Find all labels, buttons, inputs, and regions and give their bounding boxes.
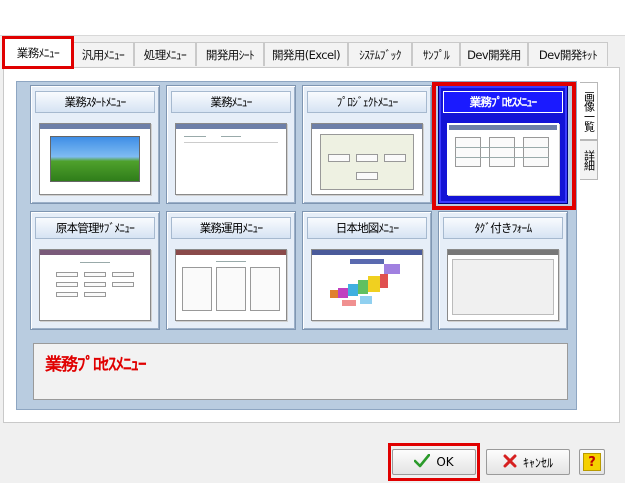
ok-button-label: OK bbox=[436, 455, 454, 469]
tile-label: 日本地図ﾒﾆｭｰ bbox=[307, 217, 427, 239]
help-button[interactable]: ? bbox=[579, 449, 605, 475]
tab-hanyo-menu[interactable]: 汎用ﾒﾆｭｰ bbox=[72, 42, 134, 66]
thumbnail-gyomu-menu bbox=[175, 123, 287, 195]
tab-gyomu-menu[interactable]: 業務ﾒﾆｭｰ bbox=[2, 36, 74, 69]
tile-label: 業務運用ﾒﾆｭｰ bbox=[171, 217, 291, 239]
menu-tile-gyomu[interactable]: 業務ﾒﾆｭｰ bbox=[166, 85, 296, 204]
checkmark-icon bbox=[414, 453, 431, 471]
tab-system-book[interactable]: ｼｽﾃﾑﾌﾞｯｸ bbox=[348, 42, 412, 66]
description-text: 業務ﾌﾟﾛｾｽﾒﾆｭｰ bbox=[45, 355, 146, 375]
side-tab-details[interactable]: 詳細 bbox=[580, 140, 598, 180]
thumbnail-tag-form bbox=[447, 249, 559, 321]
description-box: 業務ﾌﾟﾛｾｽﾒﾆｭｰ bbox=[33, 343, 568, 400]
tile-label: 業務ﾒﾆｭｰ bbox=[171, 91, 291, 113]
tab-dev-kit[interactable]: Dev開発ｷｯﾄ bbox=[528, 42, 608, 66]
tile-label: ﾌﾟﾛｼﾞｪｸﾄﾒﾆｭｰ bbox=[307, 91, 427, 113]
menu-tile-gyomu-process[interactable]: 業務ﾌﾟﾛｾｽﾒﾆｭｰ bbox=[438, 85, 568, 204]
menu-tile-project[interactable]: ﾌﾟﾛｼﾞｪｸﾄﾒﾆｭｰ bbox=[302, 85, 432, 204]
ok-button[interactable]: OK bbox=[392, 449, 476, 475]
thumbnail-japan-map bbox=[311, 249, 423, 321]
tile-label: 原本管理ｻﾌﾞﾒﾆｭｰ bbox=[35, 217, 155, 239]
tab-sample[interactable]: ｻﾝﾌﾟﾙ bbox=[412, 42, 460, 66]
menu-tile-tag-form[interactable]: ﾀｸﾞ付きﾌｫｰﾑ bbox=[438, 211, 568, 330]
tab-dev-kaihatsu[interactable]: Dev開発用 bbox=[460, 42, 528, 66]
tab-bar: 業務ﾒﾆｭｰ 汎用ﾒﾆｭｰ 処理ﾒﾆｭｰ 開発用ｼｰﾄ 開発用(Excel) ｼ… bbox=[0, 36, 625, 69]
menu-tile-nihon-chizu[interactable]: 日本地図ﾒﾆｭｰ bbox=[302, 211, 432, 330]
help-icon: ? bbox=[583, 453, 601, 471]
menu-tile-gyomu-unyo[interactable]: 業務運用ﾒﾆｭｰ bbox=[166, 211, 296, 330]
thumbnail-genpon-menu bbox=[39, 249, 151, 321]
cancel-button[interactable]: ｷｬﾝｾﾙ bbox=[486, 449, 570, 475]
cancel-button-label: ｷｬﾝｾﾙ bbox=[522, 455, 553, 470]
tab-shori-menu[interactable]: 処理ﾒﾆｭｰ bbox=[134, 42, 196, 66]
side-tab-image-list[interactable]: 画像一覧 bbox=[580, 82, 598, 140]
thumbnail-process-menu bbox=[447, 123, 559, 195]
tile-label: 業務ｽﾀｰﾄﾒﾆｭｰ bbox=[35, 91, 155, 113]
menu-tile-genpon-kanri[interactable]: 原本管理ｻﾌﾞﾒﾆｭｰ bbox=[30, 211, 160, 330]
tab-kaihatsu-sheet[interactable]: 開発用ｼｰﾄ bbox=[196, 42, 264, 66]
menu-tile-gyomu-start[interactable]: 業務ｽﾀｰﾄﾒﾆｭｰ bbox=[30, 85, 160, 204]
tab-kaihatsu-excel[interactable]: 開発用(Excel) bbox=[264, 42, 348, 66]
tile-label: 業務ﾌﾟﾛｾｽﾒﾆｭｰ bbox=[443, 91, 563, 113]
thumbnail-unyo-menu bbox=[175, 249, 287, 321]
thumbnail-project-menu bbox=[311, 123, 423, 195]
x-icon bbox=[503, 454, 517, 471]
tile-label: ﾀｸﾞ付きﾌｫｰﾑ bbox=[443, 217, 563, 239]
thumbnail-start-menu bbox=[39, 123, 151, 195]
dialog-title-bar bbox=[0, 0, 625, 36]
